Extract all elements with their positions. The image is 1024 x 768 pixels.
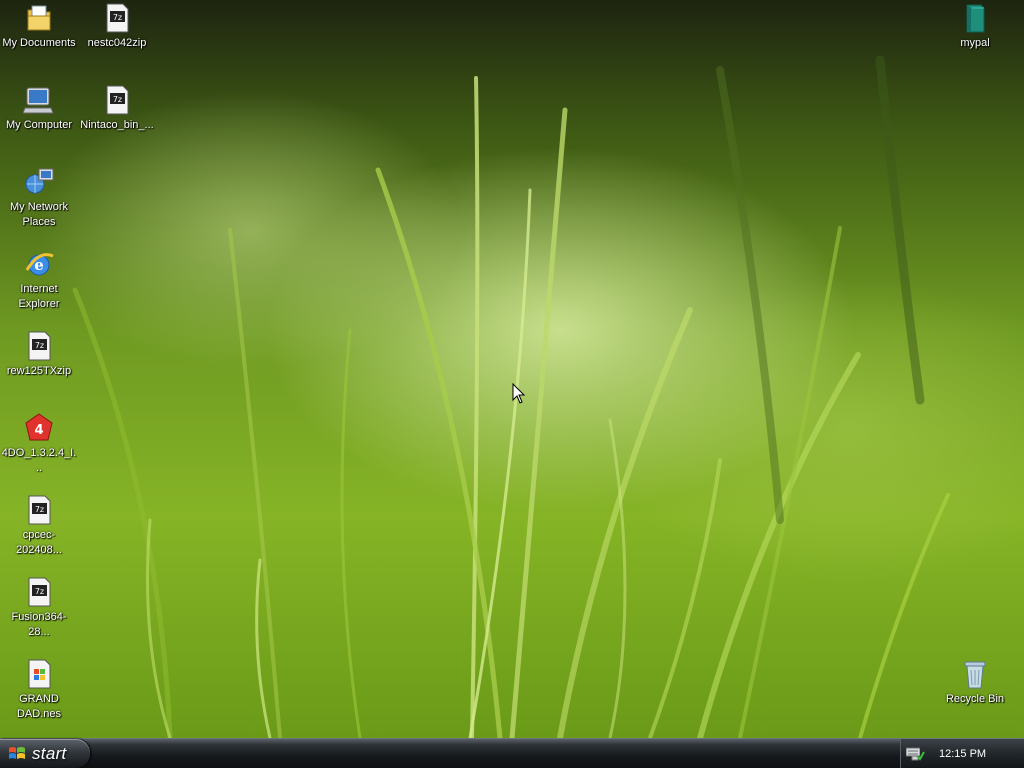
desktop-icon-cpcec[interactable]: 7z cpcec-202408... [1, 494, 77, 558]
mouse-cursor-icon [512, 383, 526, 404]
desktop-icon-fusion364[interactable]: 7z Fusion364-28... [1, 576, 77, 640]
desktop-icon-label: Recycle Bin [945, 693, 1005, 705]
desktop-icon-label: Nintaco_bin_... [80, 119, 154, 131]
desktop-icon-label: Fusion364-28... [11, 611, 67, 638]
start-button[interactable]: start [0, 739, 90, 768]
svg-text:7z: 7z [113, 13, 122, 22]
desktop-icon-4do[interactable]: 4 4DO_1.3.2.4_I... [1, 412, 77, 476]
mypal-browser-icon [966, 4, 985, 33]
desktop-icon-recycle-bin[interactable]: Recycle Bin [937, 658, 1013, 707]
clock[interactable]: 12:15 PM [939, 748, 986, 760]
desktop-icon-label: mypal [960, 37, 990, 49]
desktop-icon-mypal[interactable]: mypal [937, 2, 1013, 51]
desktop-icon-label: GRAND DAD.nes [16, 693, 62, 720]
svg-text:7z: 7z [35, 341, 44, 350]
7z-archive-icon: 7z [28, 331, 51, 361]
4do-app-icon: 4 [25, 413, 53, 441]
desktop-icon-grand-dad-nes[interactable]: GRAND DAD.nes [1, 658, 77, 722]
desktop-icon-my-computer[interactable]: My Computer [1, 84, 77, 133]
recycle-bin-icon [964, 661, 986, 689]
internet-explorer-icon: e [25, 253, 54, 276]
windows-logo-icon [9, 746, 25, 759]
start-button-label: start [32, 743, 67, 763]
7z-archive-icon: 7z [106, 3, 129, 33]
desktop-icon-nestc042zip[interactable]: 7z nestc042zip [79, 2, 155, 51]
desktop-icon-label: cpcec-202408... [16, 529, 62, 556]
desktop-icon-my-network-places[interactable]: My Network Places [1, 166, 77, 230]
network-places-icon [25, 168, 54, 194]
my-documents-icon [27, 5, 51, 31]
svg-text:7z: 7z [35, 587, 44, 596]
desktop-icon-label: nestc042zip [87, 37, 147, 49]
keyboard-layout-icon[interactable] [906, 745, 920, 759]
svg-text:7z: 7z [35, 505, 44, 514]
desktop-icon-internet-explorer[interactable]: e Internet Explorer [1, 248, 77, 312]
my-computer-icon [23, 87, 54, 114]
taskbar: start 12:15 PM [0, 738, 1024, 768]
desktop-icon-label: My Network Places [9, 201, 69, 228]
desktop-icon-label: Internet Explorer [18, 283, 60, 310]
7z-archive-icon: 7z [106, 85, 129, 115]
desktop-icon-rew125txzip[interactable]: 7z rew125TXzip [1, 330, 77, 379]
svg-text:4: 4 [34, 423, 43, 438]
desktop-icon-label: rew125TXzip [6, 365, 72, 377]
nes-rom-file-icon [28, 659, 51, 689]
desktop-icon-label: My Computer [5, 119, 73, 131]
desktop-icon-label: 4DO_1.3.2.4_I... [1, 447, 77, 474]
desktop-icon-nintaco-bin[interactable]: 7z Nintaco_bin_... [79, 84, 155, 133]
desktop-icon-my-documents[interactable]: My Documents [1, 2, 77, 51]
svg-text:7z: 7z [113, 95, 122, 104]
7z-archive-icon: 7z [28, 495, 51, 525]
desktop-icon-label: My Documents [2, 37, 76, 49]
7z-archive-icon: 7z [28, 577, 51, 607]
